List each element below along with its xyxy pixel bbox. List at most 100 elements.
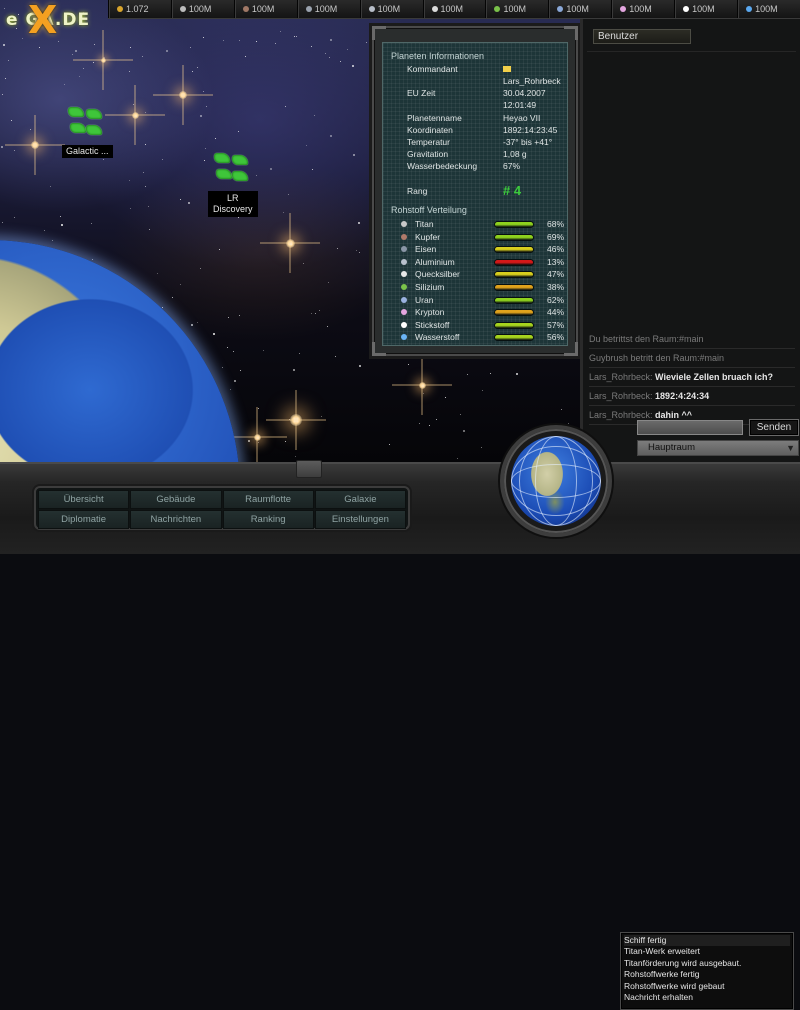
resource-eisen[interactable]: 100M — [296, 0, 360, 18]
chat-panel: Benutzer Du betrittst den Raum:#main Guyb… — [580, 19, 800, 462]
room-select[interactable]: Hauptraum ▼ — [637, 440, 799, 456]
star — [422, 393, 424, 395]
star — [292, 368, 295, 371]
nav-button-nachrichten[interactable]: Nachrichten — [130, 510, 222, 529]
info-row: Koordinaten 1892:14:23:45 — [407, 125, 577, 137]
star — [172, 296, 174, 298]
resource-percent: 56% — [546, 332, 564, 343]
nav-button-geb-ude[interactable]: Gebäude — [130, 490, 222, 509]
star — [444, 396, 446, 398]
home-planet[interactable] — [0, 240, 240, 462]
resource-krypton[interactable]: 100M — [611, 0, 674, 18]
chat-message: Lars_Rohrbeck: 1892:4:24:34 — [589, 388, 795, 406]
bright-star — [290, 414, 302, 426]
chat-author[interactable]: Lars_Rohrbeck: — [589, 410, 655, 420]
resource-credits[interactable]: 1.072 — [108, 0, 171, 18]
star — [314, 115, 316, 117]
star — [79, 76, 81, 78]
star — [5, 78, 7, 80]
galaxy-globe-button[interactable] — [500, 425, 612, 537]
user-list[interactable] — [587, 51, 796, 312]
star — [239, 370, 241, 372]
star — [38, 47, 40, 49]
star — [197, 66, 199, 68]
quecksilber-icon — [431, 6, 438, 12]
info-row: Wasserbedeckung 67% — [407, 161, 577, 173]
planet-info-panel: Planeten Informationen Kommandant Lars_Ro… — [372, 26, 578, 356]
resource-stickstoff[interactable]: 100M — [674, 0, 737, 18]
star — [328, 282, 330, 284]
star — [92, 61, 94, 63]
eisen-icon — [305, 6, 312, 12]
star — [199, 267, 201, 269]
console-grip-handle[interactable] — [296, 460, 322, 478]
star — [407, 363, 409, 365]
nav-button--bersicht[interactable]: Übersicht — [38, 490, 130, 509]
nav-button-galaxie[interactable]: Galaxie — [314, 490, 406, 509]
resource-silizium[interactable]: 100M — [485, 0, 548, 18]
resource-row-kupfer: Kupfer 69% — [401, 232, 576, 244]
resource-aluminium[interactable]: 100M — [359, 0, 423, 18]
users-button[interactable]: Benutzer — [593, 29, 691, 44]
nav-button-einstellungen[interactable]: Einstellungen — [314, 510, 406, 529]
star — [161, 159, 163, 161]
info-value: 1892:14:23:45 — [503, 125, 558, 135]
chat-text: Du betrittst den Raum:#main — [589, 334, 704, 344]
resource-kupfer[interactable]: 100M — [233, 0, 297, 18]
event-log-item: Rohstoffwerke fertig — [624, 969, 700, 980]
resource-wasserstoff[interactable]: 100M — [737, 0, 800, 18]
resource-value: 100M — [251, 4, 275, 14]
star — [280, 30, 282, 32]
aluminium-icon — [368, 6, 375, 12]
fleet-marker[interactable]: LR Discovery — [208, 151, 258, 217]
rank-value: # 4 — [503, 183, 522, 198]
star — [237, 217, 239, 219]
star — [214, 138, 216, 140]
star — [57, 40, 59, 42]
star — [339, 60, 341, 62]
star — [50, 186, 52, 188]
resource-uran[interactable]: 100M — [548, 0, 611, 18]
krypton-icon — [620, 6, 627, 12]
info-value: 12:01:49 — [503, 100, 537, 110]
fleet-marker[interactable]: Galactic ... — [62, 105, 113, 158]
star — [293, 36, 295, 38]
nav-button-diplomatie[interactable]: Diplomatie — [38, 510, 130, 529]
resource-bar: 1.072 100M 100M 100M 100M 100M 100M 100M 100M 100… — [108, 0, 800, 19]
star — [1, 94, 3, 96]
star — [14, 217, 16, 219]
resource-name: Krypton — [415, 307, 445, 318]
star — [334, 355, 336, 357]
wasserstoff-icon — [746, 6, 753, 12]
star — [30, 129, 32, 131]
star — [463, 429, 466, 432]
kupfer-icon — [242, 6, 249, 12]
exga-logo: e GA.DE X — [6, 0, 106, 40]
star — [480, 447, 482, 449]
resource-titan[interactable]: 100M — [170, 0, 234, 18]
star — [199, 114, 202, 117]
star — [287, 193, 289, 195]
chat-input[interactable] — [637, 420, 743, 435]
star — [91, 258, 93, 260]
kupfer-icon — [401, 233, 407, 240]
chat-text: dahin ^^ — [655, 410, 693, 420]
send-button[interactable]: Senden — [749, 419, 799, 436]
resource-quecksilber[interactable]: 100M — [422, 0, 486, 18]
room-select-value: Hauptraum — [648, 442, 695, 453]
fleet-label: LR Discovery — [208, 191, 258, 217]
commander-flag-icon — [503, 64, 511, 74]
star — [263, 349, 264, 351]
star — [190, 47, 192, 49]
resource-row-quecksilber: Quecksilber 47% — [401, 269, 576, 281]
nav-button-raumflotte[interactable]: Raumflotte — [222, 490, 314, 509]
chat-author[interactable]: Lars_Rohrbeck: — [589, 372, 655, 382]
chat-author[interactable]: Lars_Rohrbeck: — [589, 391, 655, 401]
star — [13, 149, 15, 151]
star — [197, 321, 199, 323]
chat-text: 1892:4:24:34 — [655, 391, 710, 401]
chevron-down-icon[interactable]: ▼ — [786, 441, 795, 455]
star — [157, 273, 159, 275]
resource-percent: 62% — [546, 294, 564, 305]
nav-button-ranking[interactable]: Ranking — [222, 510, 314, 529]
